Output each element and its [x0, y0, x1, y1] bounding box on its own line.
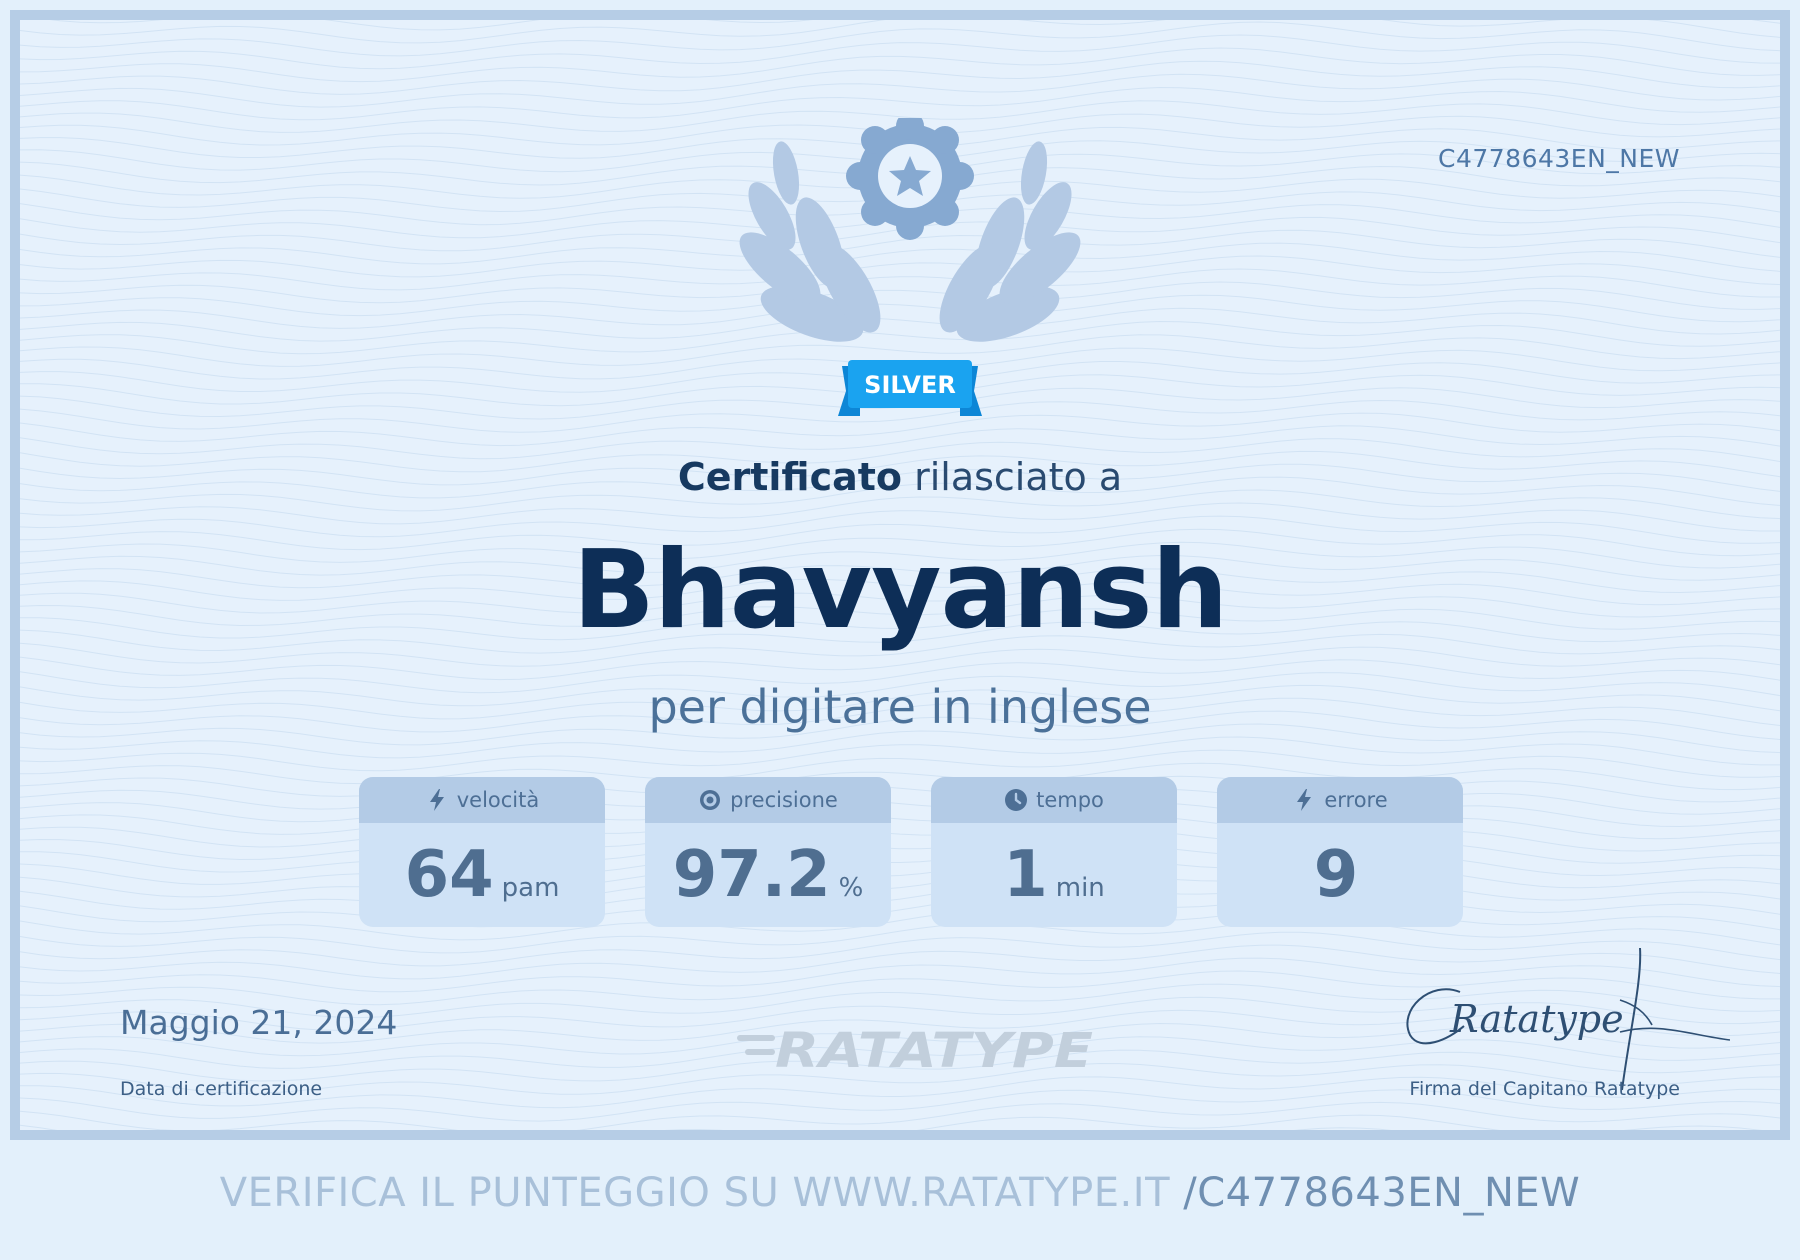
- verify-code[interactable]: /C4778643EN_NEW: [1183, 1170, 1580, 1216]
- guilloche-line: [1294, 1127, 1392, 1130]
- stat-value: 1: [1003, 838, 1048, 912]
- verify-prefix: VERIFICA IL PUNTEGGIO SU WWW.RATATYPE.IT: [219, 1170, 1184, 1216]
- signature-text: Ratatype: [1449, 997, 1624, 1041]
- heading-rest: rilasciato a: [902, 455, 1123, 499]
- stat-value: 64: [404, 838, 494, 912]
- stat-body: 64 pam: [359, 823, 605, 927]
- stat-label: tempo: [1036, 788, 1104, 812]
- logo-speed-lines-icon: [737, 1035, 775, 1055]
- guilloche-line: [20, 60, 1780, 95]
- verify-banner: VERIFICA IL PUNTEGGIO SU WWW.RATATYPE.IT…: [0, 1170, 1800, 1216]
- signature-label: Firma del Capitano Ratatype: [1409, 1078, 1680, 1100]
- stat-unit: pam: [501, 873, 560, 903]
- lightning-icon: [429, 789, 444, 811]
- certificate-subline: per digitare in inglese: [648, 680, 1152, 734]
- certificate-heading: Certificato rilasciato a: [20, 455, 1780, 499]
- heading-strong: Certificato: [677, 455, 903, 499]
- stat-unit: %: [838, 873, 864, 903]
- stat-header: velocità: [359, 777, 605, 823]
- lightning-icon: [1297, 789, 1312, 811]
- clock-icon: [1005, 789, 1028, 811]
- guilloche-line: [20, 34, 1780, 70]
- award-emblem: SILVER: [739, 118, 1081, 416]
- stat-body: 1 min: [931, 823, 1177, 927]
- stat-card-accuracy: precisione 97.2 %: [645, 777, 891, 927]
- certification-date-label: Data di certificazione: [120, 1078, 323, 1100]
- star-rosette-icon: [846, 118, 974, 240]
- stats-row: velocità 64 pam precisione 97.2 % tempo: [359, 777, 1463, 927]
- stat-label: precisione: [730, 788, 838, 812]
- guilloche-line: [20, 20, 1780, 44]
- certificate-id: C4778643EN_NEW: [1437, 144, 1680, 173]
- stat-body: 9: [1217, 823, 1463, 927]
- stat-card-errors: errore 9: [1217, 777, 1463, 927]
- certification-date: Maggio 21, 2024: [120, 1003, 398, 1042]
- target-icon: [700, 790, 721, 810]
- stat-label: errore: [1324, 788, 1388, 812]
- logo-wordmark: RATATYPE: [775, 1023, 1093, 1079]
- guilloche-line: [20, 736, 1780, 772]
- guilloche-line: [20, 1101, 1780, 1130]
- silver-ribbon: SILVER: [838, 360, 982, 416]
- stat-body: 97.2 %: [645, 823, 891, 927]
- guilloche-line: [20, 21, 1780, 57]
- certificate-card: C4778643EN_NEW SILVER Certificato rilasc…: [10, 10, 1790, 1140]
- stat-label: velocità: [456, 788, 540, 812]
- stat-unit: min: [1055, 873, 1105, 903]
- recipient-name: Bhavyansh: [572, 528, 1229, 653]
- stat-header: errore: [1217, 777, 1463, 823]
- guilloche-line: [20, 47, 1780, 83]
- stat-header: tempo: [931, 777, 1177, 823]
- stat-header: precisione: [645, 777, 891, 823]
- badge-label: SILVER: [864, 371, 956, 399]
- stat-card-time: tempo 1 min: [931, 777, 1177, 927]
- guilloche-line: [20, 86, 1780, 121]
- stat-value: 9: [1313, 838, 1359, 912]
- captain-signature: Ratatype: [1406, 947, 1730, 1091]
- guilloche-line: [49, 20, 1780, 31]
- stat-card-speed: velocità 64 pam: [359, 777, 605, 927]
- ratatype-logo: RATATYPE: [737, 1023, 1093, 1079]
- stat-value: 97.2: [672, 838, 831, 912]
